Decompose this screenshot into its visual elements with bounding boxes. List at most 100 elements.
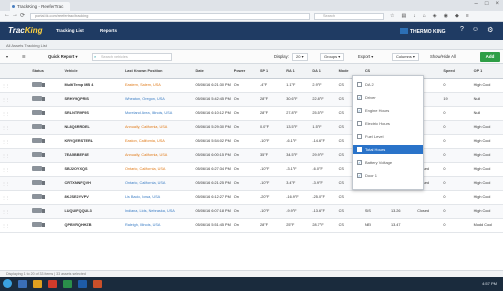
browser-icon[interactable] — [48, 280, 57, 288]
download-icon[interactable]: ↓ — [413, 13, 416, 19]
nav-tracking-list[interactable]: Tracking List — [56, 28, 84, 33]
checkbox-icon[interactable] — [357, 82, 362, 87]
header-date[interactable]: Date — [193, 64, 232, 79]
location-link[interactable]: Annually, California, USA — [125, 153, 194, 157]
bookmarks-icon[interactable]: ▤ — [401, 13, 406, 19]
drag-handle-icon[interactable]: ⋮⋮ — [2, 112, 10, 116]
column-option[interactable]: ✓ Door 1 — [353, 171, 423, 180]
drag-handle-icon[interactable]: ⋮⋮ — [2, 140, 10, 144]
chat-icon[interactable]: ◉ — [444, 13, 448, 19]
drag-handle-icon[interactable]: ⋮⋮ — [2, 182, 10, 186]
home-icon[interactable]: ⌂ — [423, 13, 426, 19]
checkbox-icon[interactable]: ✓ — [357, 95, 362, 100]
location-link[interactable]: Easton, California, USA — [125, 139, 194, 143]
drag-handle-icon[interactable]: ⋮⋮ — [2, 196, 10, 200]
display-count-select[interactable]: 20 ▾ — [292, 53, 308, 61]
column-option[interactable]: ✓ Driver — [353, 93, 423, 102]
checkbox-icon[interactable] — [357, 147, 362, 152]
browser-search-field[interactable]: Search — [314, 13, 384, 20]
checkbox-icon[interactable]: ✓ — [357, 160, 362, 165]
nav-reports[interactable]: Reports — [100, 28, 117, 33]
drag-handle-icon[interactable]: ⋮⋮ — [2, 84, 10, 88]
forward-icon[interactable]: → — [12, 12, 18, 18]
export-button[interactable]: Export ▾ — [358, 54, 373, 59]
menu-icon[interactable]: ≡ — [466, 13, 469, 19]
shield-icon[interactable]: ◈ — [433, 13, 437, 19]
maximize-button[interactable]: □ — [485, 1, 489, 7]
collapse-icon[interactable]: ▾ — [6, 54, 8, 59]
checkbox-icon[interactable]: ✓ — [357, 108, 362, 113]
table-row[interactable]: ⋮⋮ SRLNTR9F9S Moreland Area, Illinois, USA… — [0, 106, 503, 121]
header-speed[interactable]: Speed — [441, 64, 472, 79]
table-row[interactable]: ⋮⋮ KRYQERSTERL Easton, California, USA 05/0… — [0, 134, 503, 149]
columns-button[interactable]: Columns ▾ — [392, 53, 419, 61]
column-option[interactable]: DA 2 — [353, 80, 423, 89]
table-row[interactable]: ⋮⋮ NL8Q6RRDEL Annually, California, USA 05/… — [0, 120, 503, 135]
folder-icon[interactable] — [33, 280, 42, 288]
column-option[interactable]: ✓ Battery Voltage — [353, 158, 423, 167]
checkbox-icon[interactable]: ✓ — [357, 173, 362, 178]
header-status[interactable]: Status — [30, 64, 63, 79]
column-option[interactable]: Fuel Level — [353, 132, 423, 141]
drag-handle-icon[interactable]: ⋮⋮ — [2, 154, 10, 158]
table-row[interactable]: ⋮⋮ 8KJSE2YVPV Lis Bacic, Iowa, USA 05/06/16… — [0, 190, 503, 205]
add-button[interactable]: Add — [480, 52, 500, 62]
header-sp1[interactable]: SP 1 — [258, 64, 285, 79]
list-view-icon[interactable]: ☰ — [22, 54, 26, 59]
refresh-icon[interactable]: ⟳ — [20, 12, 25, 19]
table-row[interactable]: ⋮⋮ MultiTemp MB 4 Eastern, Salem, USA 05/06… — [0, 78, 503, 93]
explorer-icon[interactable] — [18, 280, 27, 288]
location-link[interactable]: Lis Bacic, Iowa, USA — [125, 195, 194, 199]
header-power[interactable]: Power — [231, 64, 258, 79]
location-link[interactable]: Indiana, Lids, Nebraska, USA — [125, 209, 194, 213]
drag-handle-icon[interactable]: ⋮⋮ — [2, 126, 10, 130]
header-vehicle[interactable]: Vehicle — [62, 64, 123, 79]
location-link[interactable]: Ontario, California, USA — [125, 181, 194, 185]
url-field[interactable]: portal.tk.com/reefertrac/tracking — [30, 13, 310, 20]
drag-handle-icon[interactable]: ⋮⋮ — [2, 210, 10, 214]
clock[interactable]: 4:57 PM — [482, 281, 497, 286]
show-hide-all-button[interactable]: Show/Hide All — [430, 54, 456, 59]
star-icon[interactable]: ☆ — [390, 13, 394, 19]
quick-report-button[interactable]: Quick Report ▾ — [48, 54, 78, 59]
extension-icon[interactable]: ◆ — [455, 13, 459, 19]
table-row[interactable]: ⋮⋮ CRTXNNFQVH Ontario, California, USA 05/0… — [0, 176, 503, 191]
table-row[interactable]: ⋮⋮ LUQUIFQQUL3 Indiana, Lids, Nebraska, US… — [0, 204, 503, 219]
groups-select[interactable]: Groups ▾ — [320, 53, 345, 61]
header-position[interactable]: Last Known Position — [122, 64, 194, 79]
browser-tab[interactable]: TrackKing - ReeferTrac × — [10, 2, 70, 11]
location-link[interactable]: Moreland Area, Illinois, USA — [125, 111, 194, 115]
back-icon[interactable]: ← — [4, 12, 10, 18]
checkbox-icon[interactable] — [357, 134, 362, 139]
table-row[interactable]: ⋮⋮ 7EA5BBEF4E Annually, California, USA 05/… — [0, 148, 503, 163]
minimize-button[interactable]: – — [475, 1, 478, 7]
powerpoint-icon[interactable] — [93, 280, 102, 288]
header-op1[interactable]: OP 1 — [471, 64, 503, 79]
drag-handle-icon[interactable]: ⋮⋮ — [2, 98, 10, 102]
user-icon[interactable]: ☺ — [472, 26, 479, 34]
column-option[interactable]: ✓ Engine Hours — [353, 106, 423, 115]
table-row[interactable]: ⋮⋮ QPBVRQHHZB Raleigh, Illinois, USA 05/06/… — [0, 218, 503, 233]
checkbox-icon[interactable] — [357, 121, 362, 126]
header-ra1[interactable]: RA 1 — [284, 64, 311, 79]
vehicle-search-input[interactable]: ⌕ Search vehicles — [92, 53, 172, 61]
excel-icon[interactable] — [63, 280, 72, 288]
location-link[interactable]: Eastern, Salem, USA — [125, 83, 194, 87]
settings-icon[interactable]: ⚙ — [487, 26, 493, 34]
word-icon[interactable] — [78, 280, 87, 288]
start-button[interactable] — [3, 279, 12, 288]
location-link[interactable]: Annually, California, USA — [125, 125, 194, 129]
header-da1[interactable]: DA 1 — [310, 64, 337, 79]
column-option[interactable]: Electric Hours — [353, 119, 423, 128]
drag-handle-icon[interactable]: ⋮⋮ — [2, 168, 10, 172]
close-window-button[interactable]: × — [495, 1, 499, 7]
tracking-logo[interactable]: TracKing — [8, 26, 43, 35]
table-row[interactable]: ⋮⋮ SRHY9QPRIS Wheaton, Oregon, USA 05/06/16… — [0, 92, 503, 107]
column-option[interactable]: Total Hours — [353, 145, 423, 154]
location-link[interactable]: Wheaton, Oregon, USA — [125, 97, 194, 101]
drag-handle-icon[interactable]: ⋮⋮ — [2, 224, 10, 228]
location-link[interactable]: Ontario, California, USA — [125, 167, 194, 171]
help-icon[interactable]: ? — [460, 26, 464, 34]
location-link[interactable]: Raleigh, Illinois, USA — [125, 223, 194, 227]
table-row[interactable]: ⋮⋮ SBJ2OYXQS Ontario, California, USA 05/06… — [0, 162, 503, 177]
